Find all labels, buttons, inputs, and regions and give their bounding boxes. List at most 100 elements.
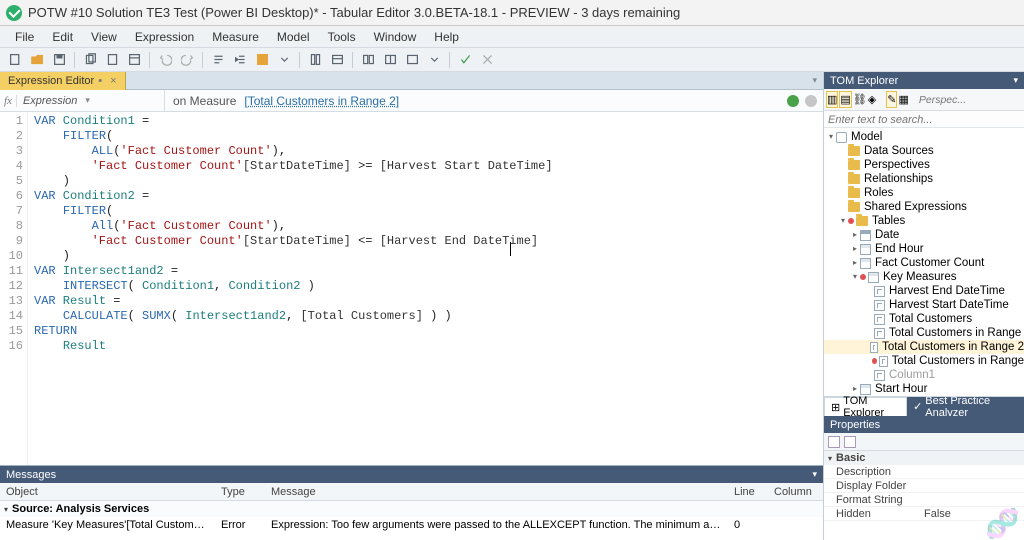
tab-dropdown-icon[interactable]: ▾ [812,75,823,86]
messages-source-group[interactable]: ▾ Source: Analysis Services [0,501,823,517]
col-message[interactable]: Message [265,486,728,498]
close-icon[interactable]: × [110,75,116,87]
toolbar-col-icon[interactable] [305,50,325,70]
menu-edit[interactable]: Edit [43,28,82,46]
props-categorized-icon[interactable] [828,436,840,448]
commit-icon[interactable] [787,95,799,107]
col-line[interactable]: Line [728,486,768,498]
tree-node[interactable]: Harvest End DateTime [824,284,1024,298]
tree-node[interactable]: Total Customers [824,312,1024,326]
perspective-select[interactable] [919,94,1024,106]
toolbar-view3-icon[interactable] [402,50,422,70]
tree-node[interactable]: ▸Date [824,228,1024,242]
toolbar-view1-icon[interactable] [358,50,378,70]
msg-object: Measure 'Key Measures'[Total Customers i… [0,519,215,531]
tab-tom-explorer[interactable]: ⊞ TOM Explorer [824,397,907,416]
properties-grid[interactable]: ▾Basic DescriptionDisplay FolderFormat S… [824,451,1024,540]
toolbar-dropdown-icon[interactable] [274,50,294,70]
title-bar: POTW #10 Solution TE3 Test (Power BI Des… [0,0,1024,26]
tree-node[interactable]: Harvest Start DateTime [824,298,1024,312]
app-icon [6,5,22,21]
toolbar-new-icon[interactable] [5,50,25,70]
menu-model[interactable]: Model [268,28,319,46]
tree-node[interactable]: ▾Tables [824,214,1024,228]
tree-node[interactable]: Data Sources [824,144,1024,158]
msg-text: Expression: Too few arguments were passe… [265,519,728,531]
tom-explorer-title: TOM Explorer [830,75,898,87]
tree-node[interactable]: ▸Fact Customer Count [824,256,1024,270]
toolbar-dropdown2-icon[interactable] [424,50,444,70]
discard-icon[interactable] [805,95,817,107]
toolbar-measure-icon[interactable] [252,50,272,70]
tom-view-columns-icon[interactable]: ▤ [839,91,851,108]
menu-window[interactable]: Window [365,28,426,46]
toolbar-view2-icon[interactable] [380,50,400,70]
toolbar-format-icon[interactable] [208,50,228,70]
tom-hierarchy-icon[interactable]: ⛓ [853,91,867,108]
tom-edit-icon[interactable]: ✎ [886,91,897,108]
document-tab-bar: Expression Editor • × ▾ [0,72,823,90]
toolbar-open-icon[interactable] [27,50,47,70]
toolbar-undo-icon[interactable] [155,50,175,70]
tom-view-folders-icon[interactable]: ▥ [826,91,838,108]
prop-category-basic[interactable]: ▾Basic [824,451,1024,465]
menu-bar: File Edit View Expression Measure Model … [0,26,1024,48]
menu-measure[interactable]: Measure [203,28,268,46]
tree-node[interactable]: ▾Model [824,130,1024,144]
tab-best-practice[interactable]: ✓ Best Practice Analyzer [907,397,1024,416]
col-type[interactable]: Type [215,486,265,498]
tree-node[interactable]: Shared Expressions [824,200,1024,214]
collapse-icon: ▾ [4,505,8,514]
tree-node[interactable]: Relationships [824,172,1024,186]
toolbar-paste-icon[interactable] [102,50,122,70]
menu-view[interactable]: View [82,28,126,46]
toolbar-indent-icon[interactable] [230,50,250,70]
toolbar-table-icon[interactable] [327,50,347,70]
menu-tools[interactable]: Tools [319,28,365,46]
tree-node[interactable]: Perspectives [824,158,1024,172]
tree-node[interactable]: ▸End Hour [824,242,1024,256]
pin-icon[interactable]: • [98,75,102,87]
code-area[interactable]: VAR Condition1 = FILTER( ALL('Fact Custo… [28,112,559,465]
toolbar-cancel-icon[interactable] [477,50,497,70]
menu-file[interactable]: File [6,28,43,46]
chevron-down-icon[interactable]: ▾ [83,95,95,106]
tree-node[interactable]: Roles [824,186,1024,200]
properties-toolbar [824,433,1024,451]
tree-node[interactable]: Total Customers in Range 2 [824,340,1024,354]
toolbar-copy-icon[interactable] [80,50,100,70]
tom-tree[interactable]: ▾ModelData SourcesPerspectivesRelationsh… [824,128,1024,396]
props-alpha-icon[interactable] [844,436,856,448]
toolbar-properties-icon[interactable] [124,50,144,70]
text-cursor [510,242,511,256]
expression-editor-tab[interactable]: Expression Editor • × [0,72,126,90]
menu-help[interactable]: Help [425,28,468,46]
menu-expression[interactable]: Expression [126,28,203,46]
tree-node[interactable]: Total Customers in Range [824,326,1024,340]
tom-bottom-tabs: ⊞ TOM Explorer ✓ Best Practice Analyzer [824,396,1024,416]
toolbar-redo-icon[interactable] [177,50,197,70]
tom-dropdown-icon[interactable]: ▾ [1013,75,1018,86]
tom-search-input[interactable] [828,114,1020,126]
fx-context-link[interactable]: [Total Customers in Range 2] [244,94,399,108]
fx-property-select[interactable]: Expression [17,95,83,107]
property-row[interactable]: Display Folder [824,479,1024,493]
property-row[interactable]: Description [824,465,1024,479]
property-row[interactable]: Format String [824,493,1024,507]
msg-type: Error [215,519,265,531]
line-gutter: 12345678910111213141516 [0,112,28,465]
tree-node[interactable]: Column1 [824,368,1024,382]
col-column[interactable]: Column [768,486,823,498]
tree-node[interactable]: ▾Key Measures [824,270,1024,284]
toolbar-save-icon[interactable] [49,50,69,70]
tom-filter-icon[interactable]: ◈ [868,91,876,108]
messages-dropdown-icon[interactable]: ▾ [812,469,817,480]
message-row[interactable]: Measure 'Key Measures'[Total Customers i… [0,517,823,533]
fx-icon: fx [0,95,17,107]
dax-editor[interactable]: 12345678910111213141516 VAR Condition1 =… [0,112,823,465]
properties-title: Properties [830,419,880,431]
toolbar-accept-icon[interactable] [455,50,475,70]
col-object[interactable]: Object [0,486,215,498]
tom-grid-icon[interactable]: ▦ [898,91,908,108]
tree-node[interactable]: Total Customers in Range [824,354,1024,368]
